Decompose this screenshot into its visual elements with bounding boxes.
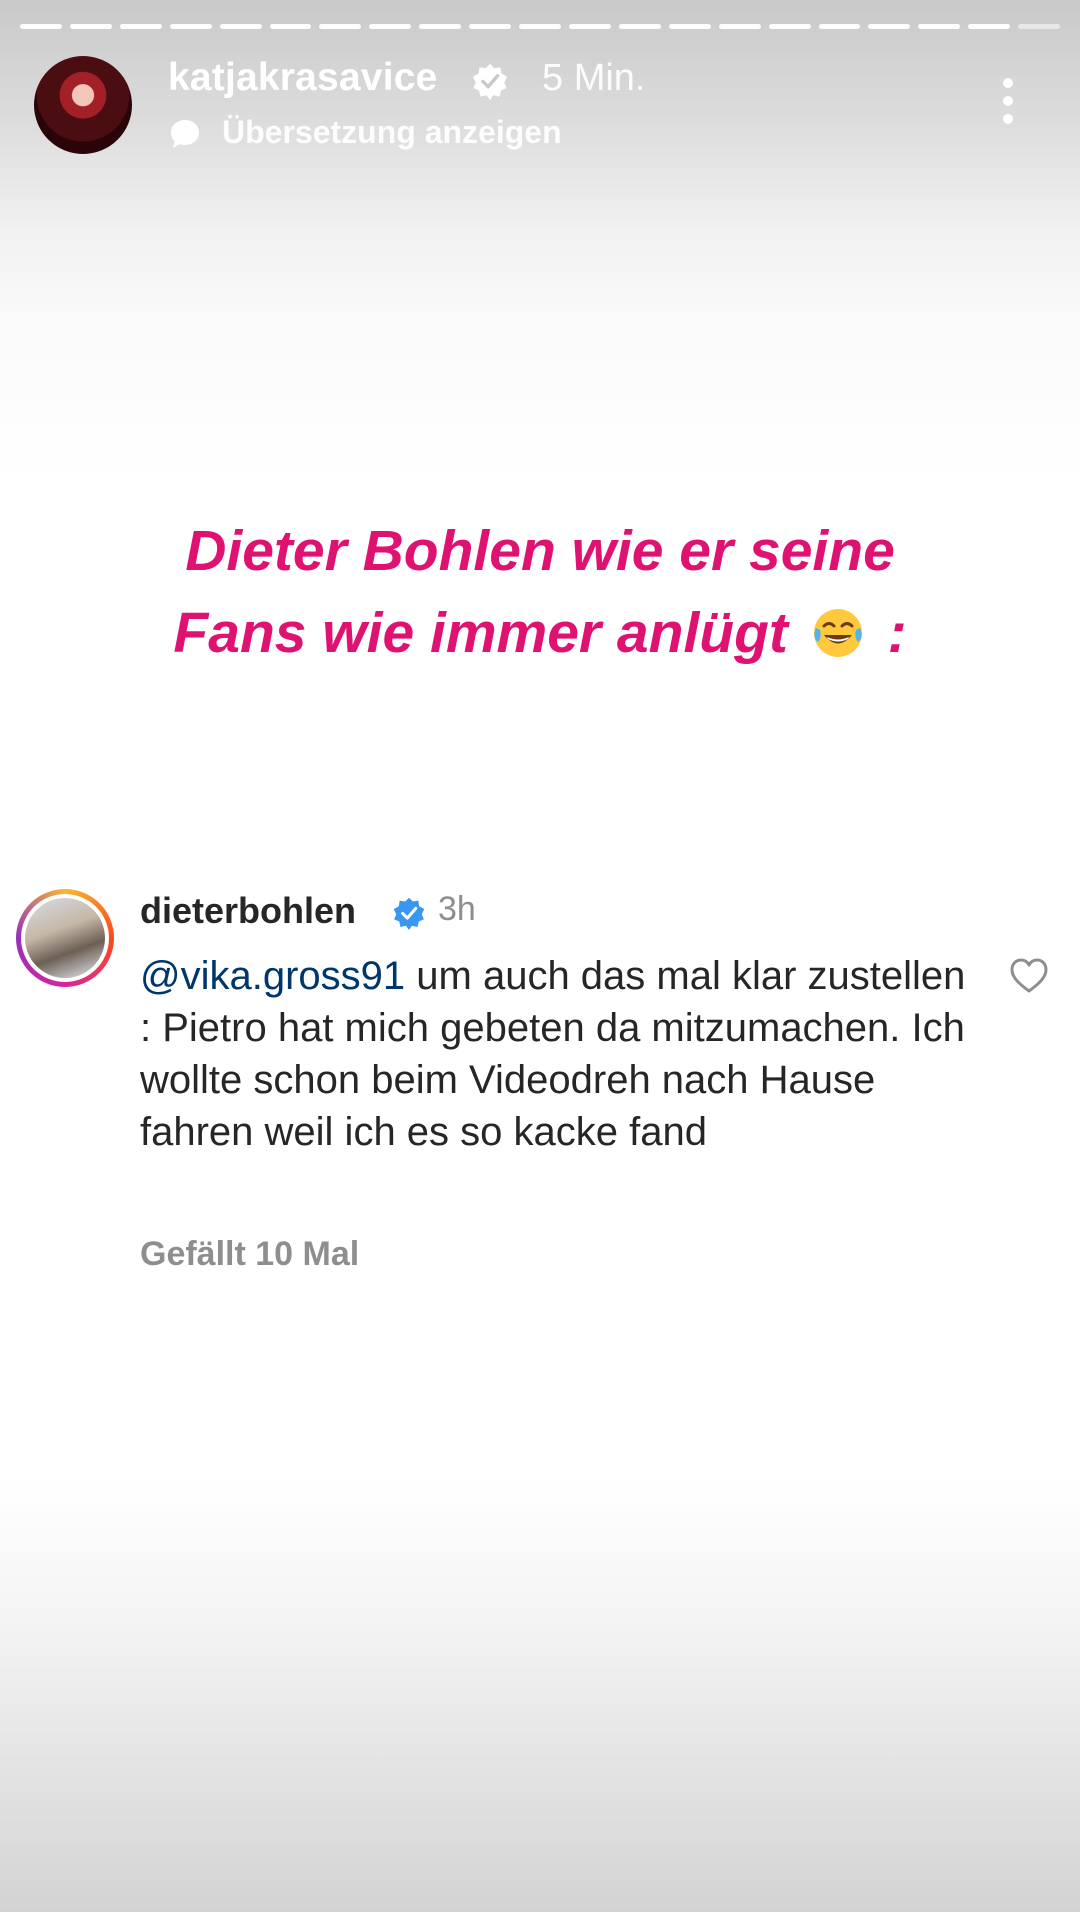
progress-segment [818, 24, 861, 29]
comment-screenshot: dieterbohlen 3h @vika.gross91 um auch da… [0, 880, 1080, 1300]
progress-segment [169, 24, 212, 29]
progress-segment [319, 24, 362, 29]
progress-segment [718, 24, 761, 29]
progress-segment [668, 24, 711, 29]
story-header: katjakrasavice 5 Min. Übersetzung anzeig… [0, 50, 1080, 160]
story-screen: katjakrasavice 5 Min. Übersetzung anzeig… [0, 0, 1080, 1912]
progress-segment [219, 24, 262, 29]
progress-segment [568, 24, 611, 29]
comment-timestamp: 3h [438, 890, 476, 928]
comment-mention[interactable]: @vika.gross91 [140, 954, 405, 998]
progress-segment [369, 24, 412, 29]
comment-likes[interactable]: Gefällt 10 Mal [140, 1235, 359, 1274]
translate-link[interactable]: Übersetzung anzeigen [222, 114, 562, 151]
progress-segment [918, 24, 961, 29]
progress-segment [469, 24, 512, 29]
verified-badge-icon [472, 63, 508, 100]
headline-colon: : [887, 601, 907, 665]
progress-segment [419, 24, 462, 29]
comment-username[interactable]: dieterbohlen [140, 890, 356, 932]
progress-segment [868, 24, 911, 29]
progress-segment [618, 24, 661, 29]
progress-segment [119, 24, 162, 29]
face-with-tears-of-joy-icon [813, 609, 862, 657]
progress-segment [768, 24, 811, 29]
headline-line-2: Fans wie immer anlügt [173, 601, 788, 665]
comment-avatar[interactable] [25, 898, 105, 978]
headline-line-1: Dieter Bohlen wie er seine [185, 519, 895, 583]
progress-segment [269, 24, 312, 29]
headline-line-2-wrap: Fans wie immer anlügt : [40, 592, 1040, 674]
more-options-icon[interactable] [999, 78, 1017, 128]
progress-segment [1018, 24, 1061, 29]
story-avatar[interactable] [34, 56, 132, 154]
story-progress-bar [20, 24, 1061, 29]
progress-segment [20, 24, 62, 29]
progress-segment [69, 24, 112, 29]
progress-segment [968, 24, 1011, 29]
story-headline: Dieter Bohlen wie er seine Fans wie imme… [40, 510, 1040, 674]
verified-badge-icon [393, 897, 425, 930]
progress-segment [519, 24, 561, 29]
comment-text: @vika.gross91 um auch das mal klar zuste… [140, 950, 970, 1158]
story-username[interactable]: katjakrasavice [168, 56, 438, 100]
story-timestamp: 5 Min. [542, 57, 646, 99]
translate-bubble-icon[interactable] [168, 117, 202, 151]
heart-icon[interactable] [1008, 955, 1050, 997]
